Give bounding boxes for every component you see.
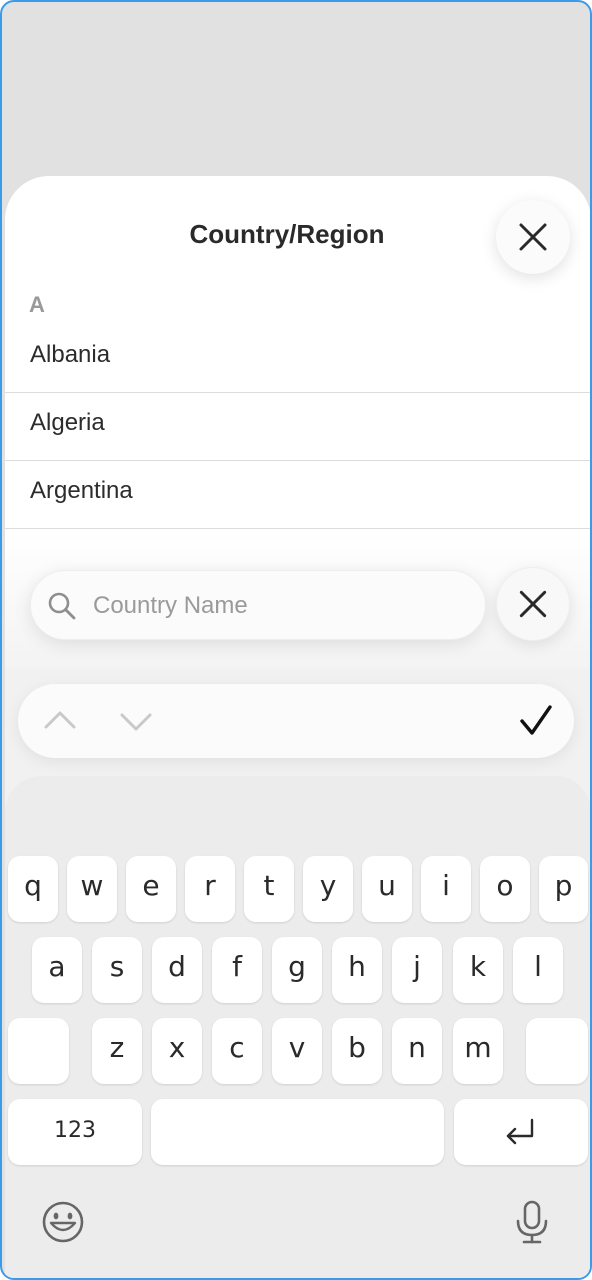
key-n[interactable]: n — [392, 1018, 442, 1084]
key-l[interactable]: l — [513, 937, 563, 1003]
search-input[interactable] — [91, 585, 475, 627]
clear-search-button[interactable] — [496, 567, 570, 641]
key-f[interactable]: f — [212, 937, 262, 1003]
key-b[interactable]: b — [332, 1018, 382, 1084]
key-x[interactable]: x — [152, 1018, 202, 1084]
list-item[interactable]: Algeria — [5, 393, 590, 461]
key-j[interactable]: j — [392, 937, 442, 1003]
search-field[interactable] — [30, 570, 486, 640]
key-s[interactable]: s — [92, 937, 142, 1003]
delete-key[interactable] — [526, 1018, 588, 1084]
close-icon — [519, 223, 547, 251]
key-g[interactable]: g — [272, 937, 322, 1003]
list-item[interactable]: Albania — [5, 325, 590, 393]
key-m[interactable]: m — [453, 1018, 503, 1084]
key-v[interactable]: v — [272, 1018, 322, 1084]
key-r[interactable]: r — [185, 856, 235, 922]
key-y[interactable]: y — [303, 856, 353, 922]
key-d[interactable]: d — [152, 937, 202, 1003]
key-p[interactable]: p — [539, 856, 588, 922]
key-o[interactable]: o — [480, 856, 530, 922]
search-icon — [48, 592, 76, 620]
key-i[interactable]: i — [421, 856, 471, 922]
key-e[interactable]: e — [126, 856, 176, 922]
section-header: A — [29, 292, 45, 317]
key-t[interactable]: t — [244, 856, 294, 922]
key-a[interactable]: a — [32, 937, 82, 1003]
shift-key[interactable] — [8, 1018, 69, 1084]
return-key[interactable] — [454, 1099, 588, 1165]
key-z[interactable]: z — [92, 1018, 142, 1084]
close-icon — [519, 590, 547, 618]
key-h[interactable]: h — [332, 937, 382, 1003]
microphone-icon[interactable] — [509, 1199, 555, 1245]
numbers-key[interactable]: 123 — [8, 1099, 142, 1165]
input-toolbar — [18, 684, 574, 758]
key-q[interactable]: q — [8, 856, 58, 922]
space-key[interactable] — [151, 1099, 444, 1165]
chevron-down-icon[interactable] — [114, 699, 158, 743]
key-c[interactable]: c — [212, 1018, 262, 1084]
close-sheet-button[interactable] — [496, 200, 570, 274]
country-name: Algeria — [30, 409, 105, 436]
list-item[interactable]: Argentina — [5, 461, 590, 529]
emoji-icon[interactable] — [40, 1199, 86, 1245]
key-w[interactable]: w — [67, 856, 117, 922]
country-name: Albania — [30, 341, 111, 368]
chevron-up-icon[interactable] — [38, 699, 82, 743]
checkmark-icon[interactable] — [514, 699, 558, 743]
app-frame: Country/Region A Albania Algeria Argenti… — [0, 0, 592, 1280]
return-icon — [506, 1118, 534, 1145]
key-u[interactable]: u — [362, 856, 412, 922]
sheet-title: Country/Region — [189, 219, 385, 249]
key-k[interactable]: k — [453, 937, 503, 1003]
country-name: Argentina — [30, 477, 133, 504]
